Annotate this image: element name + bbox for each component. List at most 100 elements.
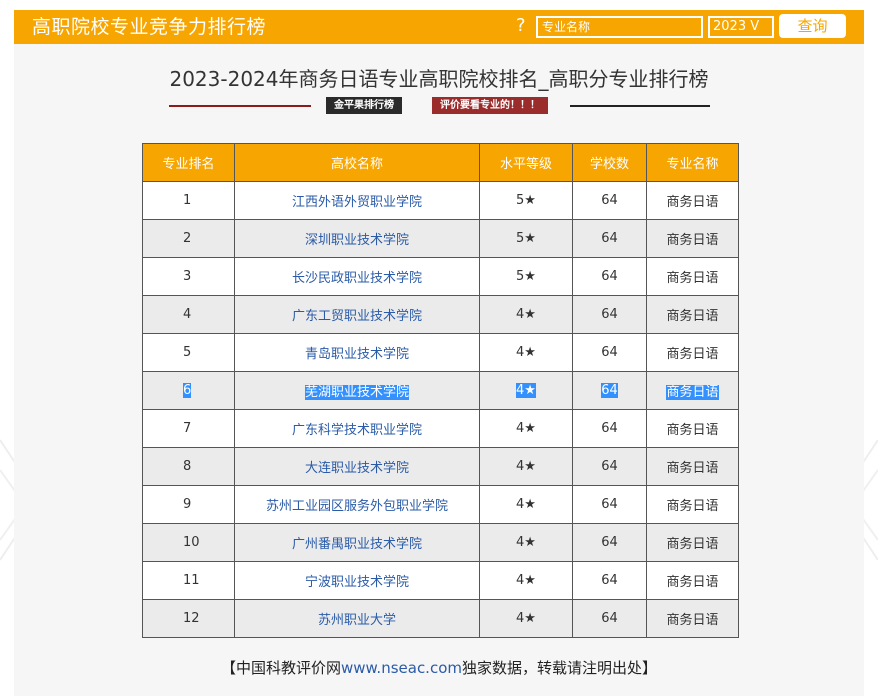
footer-suffix: 独家数据，转载请注明出处】 — [462, 659, 658, 677]
count-cell: 64 — [572, 295, 647, 334]
level-cell: 4★ — [479, 295, 573, 334]
school-link[interactable]: 青岛职业技术学院 — [234, 333, 480, 372]
table-row-selected: 6 芜湖职业技术学院 4★ 64 商务日语 — [142, 371, 739, 410]
divider-right — [570, 105, 710, 107]
school-link[interactable]: 广东工贸职业技术学院 — [234, 295, 480, 334]
table-row: 4 广东工贸职业技术学院 4★ 64 商务日语 — [142, 295, 739, 334]
header-level: 水平等级 — [479, 143, 573, 182]
table-row: 8 大连职业技术学院 4★ 64 商务日语 — [142, 447, 739, 486]
selected-text: 商务日语 — [666, 385, 719, 400]
header-school: 高校名称 — [234, 143, 480, 182]
divider-left — [169, 105, 311, 107]
major-cell: 商务日语 — [646, 219, 739, 258]
footer-note: 【中国科教评价网www.nseac.com独家数据，转载请注明出处】 — [14, 658, 864, 678]
count-cell: 64 — [572, 485, 647, 524]
tag-ranking-brand[interactable]: 金平果排行榜 — [326, 97, 402, 114]
count-cell: 64 — [572, 333, 647, 372]
table-row: 12 苏州职业大学 4★ 64 商务日语 — [142, 599, 739, 638]
rank-cell: 5 — [142, 333, 235, 372]
rank-cell: 10 — [142, 523, 235, 562]
footer-site-link[interactable]: www.nseac.com — [341, 659, 462, 677]
school-link[interactable]: 长沙民政职业技术学院 — [234, 257, 480, 296]
count-cell: 64 — [572, 409, 647, 448]
table-row: 1 江西外语外贸职业学院 5★ 64 商务日语 — [142, 181, 739, 220]
rank-cell: 6 — [142, 371, 235, 410]
count-cell: 64 — [572, 561, 647, 600]
school-link[interactable]: 芜湖职业技术学院 — [234, 371, 480, 410]
rank-cell: 2 — [142, 219, 235, 258]
header-rank: 专业排名 — [142, 143, 235, 182]
level-cell: 5★ — [479, 181, 573, 220]
search-input[interactable] — [536, 16, 703, 38]
table-row: 5 青岛职业技术学院 4★ 64 商务日语 — [142, 333, 739, 372]
rank-cell: 12 — [142, 599, 235, 638]
major-cell: 商务日语 — [646, 523, 739, 562]
rank-cell: 9 — [142, 485, 235, 524]
count-cell: 64 — [572, 181, 647, 220]
header-count: 学校数 — [572, 143, 647, 182]
selected-text: 6 — [183, 383, 192, 398]
major-cell: 商务日语 — [646, 181, 739, 220]
school-link[interactable]: 宁波职业技术学院 — [234, 561, 480, 600]
count-cell: 64 — [572, 599, 647, 638]
tag-evaluation-note[interactable]: 评价要看专业的！！！ — [432, 97, 548, 114]
major-cell: 商务日语 — [646, 295, 739, 334]
top-bar: 高职院校专业竞争力排行榜 ? 2023 V 查询 — [14, 10, 864, 44]
major-cell: 商务日语 — [646, 561, 739, 600]
major-cell: 商务日语 — [646, 333, 739, 372]
rank-cell: 8 — [142, 447, 235, 486]
level-cell: 4★ — [479, 599, 573, 638]
table-row: 11 宁波职业技术学院 4★ 64 商务日语 — [142, 561, 739, 600]
rank-cell: 7 — [142, 409, 235, 448]
rank-cell: 4 — [142, 295, 235, 334]
level-cell: 4★ — [479, 333, 573, 372]
main-panel: 高职院校专业竞争力排行榜 ? 2023 V 查询 2023-2024年商务日语专… — [14, 10, 864, 696]
school-link[interactable]: 广东科学技术职业学院 — [234, 409, 480, 448]
count-cell: 64 — [572, 447, 647, 486]
count-cell: 64 — [572, 219, 647, 258]
major-cell: 商务日语 — [646, 599, 739, 638]
table-header-row: 专业排名 高校名称 水平等级 学校数 专业名称 — [142, 143, 739, 182]
page-title: 2023-2024年商务日语专业高职院校排名_高职分专业排行榜 — [169, 67, 709, 91]
count-cell: 64 — [572, 371, 647, 410]
year-select[interactable]: 2023 V — [708, 16, 774, 38]
major-cell: 商务日语 — [646, 371, 739, 410]
help-icon[interactable]: ? — [516, 15, 526, 37]
level-cell: 5★ — [479, 257, 573, 296]
selected-text: 64 — [601, 383, 618, 398]
major-cell: 商务日语 — [646, 409, 739, 448]
school-link[interactable]: 大连职业技术学院 — [234, 447, 480, 486]
query-button[interactable]: 查询 — [779, 14, 846, 38]
school-link[interactable]: 深圳职业技术学院 — [234, 219, 480, 258]
rank-cell: 11 — [142, 561, 235, 600]
selected-text: 芜湖职业技术学院 — [304, 385, 409, 400]
count-cell: 64 — [572, 257, 647, 296]
level-cell: 5★ — [479, 219, 573, 258]
school-link[interactable]: 苏州职业大学 — [234, 599, 480, 638]
rank-cell: 1 — [142, 181, 235, 220]
header-major: 专业名称 — [646, 143, 739, 182]
level-cell: 4★ — [479, 409, 573, 448]
school-link[interactable]: 苏州工业园区服务外包职业学院 — [234, 485, 480, 524]
ranking-table: 专业排名 高校名称 水平等级 学校数 专业名称 1 江西外语外贸职业学院 5★ … — [142, 143, 739, 638]
level-cell: 4★ — [479, 561, 573, 600]
rank-cell: 3 — [142, 257, 235, 296]
school-link[interactable]: 广州番禺职业技术学院 — [234, 523, 480, 562]
selected-text: 4★ — [516, 383, 536, 398]
table-row: 3 长沙民政职业技术学院 5★ 64 商务日语 — [142, 257, 739, 296]
table-row: 9 苏州工业园区服务外包职业学院 4★ 64 商务日语 — [142, 485, 739, 524]
major-cell: 商务日语 — [646, 447, 739, 486]
site-title[interactable]: 高职院校专业竞争力排行榜 — [32, 15, 266, 39]
table-row: 2 深圳职业技术学院 5★ 64 商务日语 — [142, 219, 739, 258]
table-row: 10 广州番禺职业技术学院 4★ 64 商务日语 — [142, 523, 739, 562]
footer-prefix: 【中国科教评价网 — [220, 659, 341, 677]
level-cell: 4★ — [479, 371, 573, 410]
table-row: 7 广东科学技术职业学院 4★ 64 商务日语 — [142, 409, 739, 448]
level-cell: 4★ — [479, 485, 573, 524]
school-link[interactable]: 江西外语外贸职业学院 — [234, 181, 480, 220]
level-cell: 4★ — [479, 523, 573, 562]
major-cell: 商务日语 — [646, 257, 739, 296]
level-cell: 4★ — [479, 447, 573, 486]
major-cell: 商务日语 — [646, 485, 739, 524]
count-cell: 64 — [572, 523, 647, 562]
